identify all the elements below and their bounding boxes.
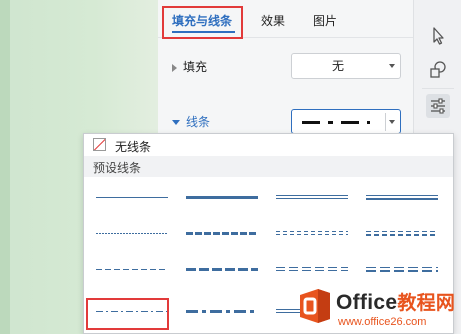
select-tool-button[interactable] xyxy=(426,24,450,48)
fill-select-value: 无 xyxy=(331,59,344,73)
brand-name-prefix: Office xyxy=(336,291,398,314)
office-logo-icon xyxy=(300,289,330,323)
line-sample xyxy=(96,233,168,234)
preset-lines-header: 预设线条 xyxy=(84,156,453,177)
line-style-option[interactable] xyxy=(88,179,178,215)
line-style-option[interactable] xyxy=(178,293,268,329)
line-style-option[interactable] xyxy=(358,251,448,287)
expand-arrow-icon xyxy=(172,120,180,125)
brand-name-suffix: 教程网 xyxy=(397,293,456,314)
line-label: 线条 xyxy=(186,115,211,129)
line-style-option[interactable] xyxy=(88,215,178,251)
no-line-icon xyxy=(93,138,106,151)
tab-picture[interactable]: 图片 xyxy=(313,12,337,30)
cursor-icon xyxy=(433,27,444,45)
line-style-option[interactable] xyxy=(178,251,268,287)
line-style-option[interactable] xyxy=(268,251,358,287)
shapes-icon xyxy=(430,61,446,78)
document-canvas-edge xyxy=(0,0,10,334)
line-style-option[interactable] xyxy=(268,179,358,215)
fill-label: 填充 xyxy=(183,60,208,74)
line-sample xyxy=(186,268,258,271)
properties-button[interactable] xyxy=(426,94,450,118)
no-line-option[interactable]: 无线条 xyxy=(84,134,453,156)
brand-name: Office教程网 xyxy=(336,288,455,315)
chevron-down-icon xyxy=(389,120,395,124)
select-divider xyxy=(385,113,386,131)
shapes-button[interactable] xyxy=(426,58,450,82)
collapse-arrow-icon xyxy=(172,63,177,72)
line-sample xyxy=(186,232,258,235)
chevron-down-icon xyxy=(389,64,395,68)
brand-url: www.office26.com xyxy=(338,316,427,328)
line-style-option[interactable] xyxy=(268,215,358,251)
line-style-option[interactable] xyxy=(178,179,268,215)
fill-select[interactable]: 无 xyxy=(291,53,401,79)
brand-watermark: Office教程网 www.office26.com xyxy=(298,284,461,334)
tab-effects[interactable]: 效果 xyxy=(261,12,285,30)
no-line-label: 无线条 xyxy=(115,140,152,154)
preset-lines-label: 预设线条 xyxy=(93,161,142,175)
highlight-box-selected-style xyxy=(86,298,169,330)
line-style-option[interactable] xyxy=(358,179,448,215)
highlight-box-tab xyxy=(162,6,243,39)
line-section-header[interactable]: 线条 xyxy=(172,113,210,130)
line-style-select[interactable] xyxy=(291,109,401,134)
line-style-option[interactable] xyxy=(88,251,178,287)
line-style-option[interactable] xyxy=(178,215,268,251)
line-sample xyxy=(96,269,168,270)
line-sample xyxy=(186,310,258,313)
line-style-option[interactable] xyxy=(358,215,448,251)
fill-section-header[interactable]: 填充 xyxy=(172,58,207,75)
settings-sliders-icon xyxy=(431,98,445,114)
toolbar-separator xyxy=(422,88,454,89)
